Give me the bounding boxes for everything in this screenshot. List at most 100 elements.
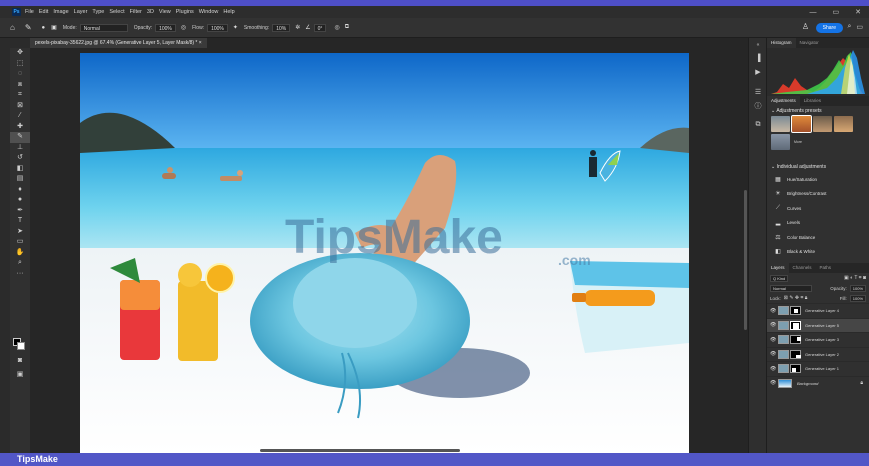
- document-tab[interactable]: pexels-pixabay-35622.jpg @ 67.4% (Genera…: [30, 38, 207, 48]
- object-select-tool-icon[interactable]: ⧈: [10, 80, 30, 91]
- preset-thumbnail[interactable]: [791, 115, 812, 133]
- tab-adjustments[interactable]: Adjustments: [767, 96, 800, 106]
- tab-libraries[interactable]: Libraries: [800, 96, 825, 106]
- brush-tool-icon[interactable]: ✎: [10, 132, 30, 143]
- adjustment-levels[interactable]: ▂ Levels: [767, 216, 869, 231]
- smoothing-settings-icon[interactable]: ✲: [295, 24, 300, 31]
- dodge-tool-icon[interactable]: ●: [10, 195, 30, 206]
- filter-icons[interactable]: ▣ ◐ T ⌗ ◙: [844, 275, 866, 281]
- eye-icon[interactable]: 👁︎: [770, 337, 778, 343]
- preset-thumbnail[interactable]: [771, 116, 790, 132]
- brush-size-icon[interactable]: ●: [42, 25, 46, 31]
- presets-more-link[interactable]: More: [792, 134, 802, 150]
- brush-settings-icon[interactable]: ▣: [51, 24, 57, 31]
- share-button[interactable]: Share: [815, 23, 843, 33]
- close-button[interactable]: ✕: [855, 8, 861, 16]
- eye-icon[interactable]: 👁︎: [770, 322, 778, 328]
- settings-sliders-icon[interactable]: ☰: [749, 86, 767, 100]
- symmetry-icon[interactable]: ⧉: [345, 24, 349, 31]
- layer-opacity-field[interactable]: 100%: [849, 284, 866, 292]
- menu-window[interactable]: Window: [199, 9, 219, 15]
- layer-row[interactable]: 👁︎ Generative Layer 4: [767, 303, 869, 318]
- eye-icon[interactable]: 👁︎: [770, 380, 778, 386]
- clone-stamp-tool-icon[interactable]: ⊥: [10, 143, 30, 154]
- pressure-opacity-icon[interactable]: ◎: [181, 24, 186, 31]
- blur-tool-icon[interactable]: ♦: [10, 185, 30, 196]
- move-tool-icon[interactable]: ✥: [10, 48, 30, 59]
- menu-plugins[interactable]: Plugins: [176, 9, 194, 15]
- menu-view[interactable]: View: [159, 9, 171, 15]
- rectangle-tool-icon[interactable]: ▭: [10, 237, 30, 248]
- zoom-tool-icon[interactable]: ⌕: [10, 258, 30, 269]
- tab-histogram[interactable]: Histogram: [767, 38, 796, 48]
- opacity-field[interactable]: 100%: [155, 23, 176, 32]
- canvas-area[interactable]: TipsMake .com: [30, 48, 748, 453]
- adjustment-curves[interactable]: ⟋ Curves: [767, 201, 869, 216]
- pressure-size-icon[interactable]: ◎: [334, 24, 339, 31]
- menu-filter[interactable]: Filter: [130, 9, 142, 15]
- layer-row[interactable]: 👁︎ Generative Layer 1: [767, 361, 869, 376]
- mode-select[interactable]: Normal: [79, 23, 128, 32]
- tab-layers[interactable]: Layers: [767, 263, 789, 273]
- menu-select[interactable]: Select: [109, 9, 124, 15]
- preset-thumbnail[interactable]: [834, 116, 853, 132]
- shapes-icon[interactable]: ⧉: [749, 118, 767, 132]
- preset-thumbnail[interactable]: [771, 134, 790, 150]
- adjustments-presets-header[interactable]: ⌄ Adjustments presets: [767, 106, 869, 116]
- brush-tool-icon[interactable]: ✎: [25, 23, 32, 32]
- layer-row-selected[interactable]: 👁︎ Generative Layer 5: [767, 317, 869, 332]
- crop-tool-icon[interactable]: ⌗: [10, 90, 30, 101]
- more-tools-icon[interactable]: ···: [10, 269, 30, 280]
- adjustment-hue-saturation[interactable]: ▦ Hue/Saturation: [767, 172, 869, 187]
- kind-filter-select[interactable]: Q Kind: [770, 274, 789, 282]
- pen-tool-icon[interactable]: ✒: [10, 206, 30, 217]
- adjustment-color-balance[interactable]: ⚖ Color Balance: [767, 230, 869, 245]
- hand-tool-icon[interactable]: ✋: [10, 248, 30, 259]
- healing-brush-tool-icon[interactable]: ✚: [10, 122, 30, 133]
- type-tool-icon[interactable]: T: [10, 216, 30, 227]
- search-icon[interactable]: ⌕: [847, 23, 851, 31]
- individual-adjustments-header[interactable]: ⌄ Individual adjustments: [767, 162, 869, 172]
- tab-navigator[interactable]: Navigator: [796, 38, 823, 48]
- menu-3d[interactable]: 3D: [147, 9, 154, 15]
- tab-paths[interactable]: Paths: [816, 263, 836, 273]
- lock-icons[interactable]: ⊠ ✎ ✥ ⌗ 🔒︎: [784, 295, 808, 301]
- tab-channels[interactable]: Channels: [789, 263, 816, 273]
- preset-thumbnail[interactable]: [813, 116, 832, 132]
- menu-help[interactable]: Help: [223, 9, 234, 15]
- lasso-tool-icon[interactable]: ◌: [10, 69, 30, 80]
- background-color-swatch[interactable]: [17, 342, 25, 350]
- menu-layer[interactable]: Layer: [74, 9, 88, 15]
- menu-image[interactable]: Image: [53, 9, 68, 15]
- vertical-scrollbar[interactable]: [744, 190, 747, 330]
- adjustment-black-white[interactable]: ◧ Black & White: [767, 245, 869, 260]
- info-icon[interactable]: ⓘ: [749, 100, 767, 114]
- angle-field[interactable]: 0°: [313, 23, 327, 32]
- flow-field[interactable]: 100%: [207, 23, 228, 32]
- history-brush-tool-icon[interactable]: ↺: [10, 153, 30, 164]
- eye-icon[interactable]: 👁︎: [770, 308, 778, 314]
- fill-field[interactable]: 100%: [849, 294, 866, 302]
- eye-icon[interactable]: 👁︎: [770, 366, 778, 372]
- screen-mode-icon[interactable]: ▣: [10, 370, 30, 381]
- blend-mode-select[interactable]: Normal: [770, 284, 812, 292]
- menu-edit[interactable]: Edit: [39, 9, 48, 15]
- eyedropper-tool-icon[interactable]: ⁄: [10, 111, 30, 122]
- eye-icon[interactable]: 👁︎: [770, 351, 778, 357]
- collapse-arrows-icon[interactable]: «: [749, 38, 767, 52]
- maximize-button[interactable]: ▭: [833, 8, 840, 16]
- properties-icon[interactable]: ▐: [749, 52, 767, 66]
- horizontal-scrollbar[interactable]: [260, 449, 460, 452]
- gradient-tool-icon[interactable]: ▤: [10, 174, 30, 185]
- smoothing-field[interactable]: 10%: [272, 23, 291, 32]
- adjustment-brightness-contrast[interactable]: ☀ Brightness/Contrast: [767, 187, 869, 202]
- eraser-tool-icon[interactable]: ◧: [10, 164, 30, 175]
- quick-mask-icon[interactable]: ◙: [10, 356, 30, 367]
- layer-row[interactable]: 👁︎ Generative Layer 3: [767, 332, 869, 347]
- home-icon[interactable]: ⌂: [10, 23, 15, 32]
- workspace-icon[interactable]: ▭: [856, 23, 863, 31]
- frame-tool-icon[interactable]: ⊠: [10, 101, 30, 112]
- marquee-tool-icon[interactable]: ⬚: [10, 59, 30, 70]
- menu-type[interactable]: Type: [92, 9, 104, 15]
- user-icon[interactable]: ♙: [802, 22, 809, 31]
